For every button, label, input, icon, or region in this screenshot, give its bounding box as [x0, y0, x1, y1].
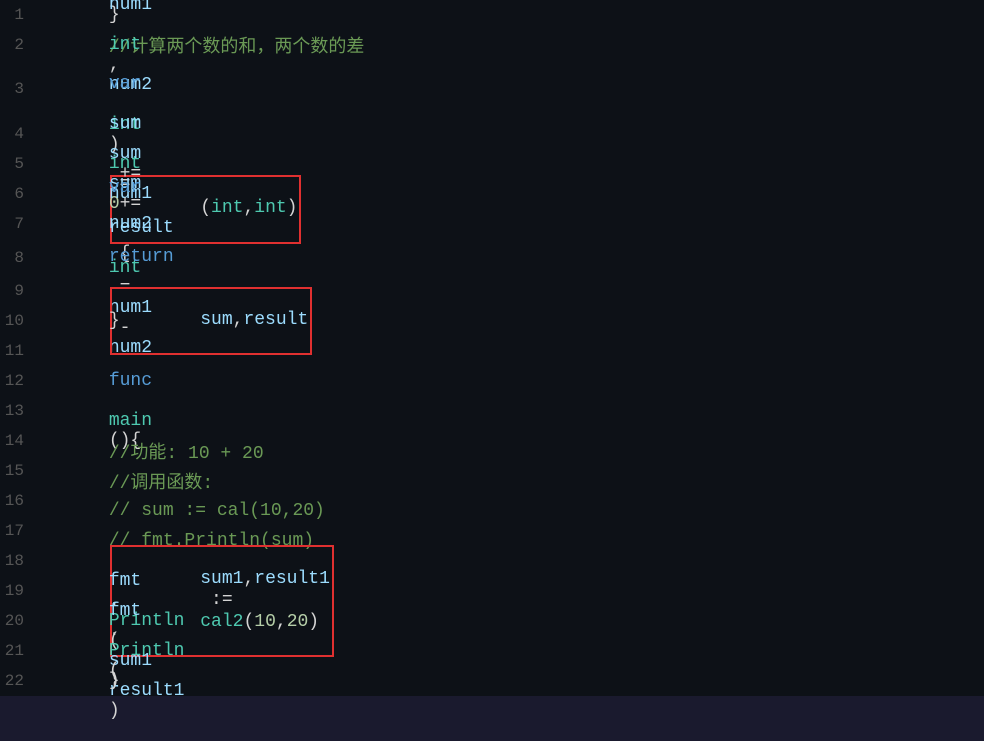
- pkg-fmt2: fmt: [109, 601, 141, 621]
- line-number: 4: [0, 125, 40, 143]
- keyword-var2: var: [109, 178, 141, 198]
- param-num1: num1: [109, 0, 152, 15]
- line-number: 8: [0, 249, 40, 267]
- line-number: 3: [0, 80, 40, 98]
- line-number: 13: [0, 402, 40, 420]
- line-number: 9: [0, 282, 40, 300]
- line-number: 7: [0, 215, 40, 233]
- line-number: 18: [0, 552, 40, 570]
- line-number: 22: [0, 672, 40, 690]
- line-number: 2: [0, 36, 40, 54]
- line-number: 16: [0, 492, 40, 510]
- line-number: 10: [0, 312, 40, 330]
- line-number: 21: [0, 642, 40, 660]
- line-number: 19: [0, 582, 40, 600]
- line-number: 14: [0, 432, 40, 450]
- line-number: 11: [0, 342, 40, 360]
- code-editor: 1 } 2 //计算两个数的和，两个数的差 3 func cal2 ( num1…: [0, 0, 984, 696]
- line-number: 20: [0, 612, 40, 630]
- code-line-22: 22 }: [0, 666, 984, 696]
- line-content: }: [40, 651, 984, 711]
- keyword-return: return: [109, 247, 174, 267]
- line-number: 12: [0, 372, 40, 390]
- line-number: 5: [0, 155, 40, 173]
- line-number: 1: [0, 6, 40, 24]
- keyword-var: var: [109, 74, 141, 94]
- code-line-10: 10 }: [0, 306, 984, 336]
- line-number: 17: [0, 522, 40, 540]
- line-number: 15: [0, 462, 40, 480]
- keyword-func2: func: [109, 371, 152, 391]
- line-number: 6: [0, 185, 40, 203]
